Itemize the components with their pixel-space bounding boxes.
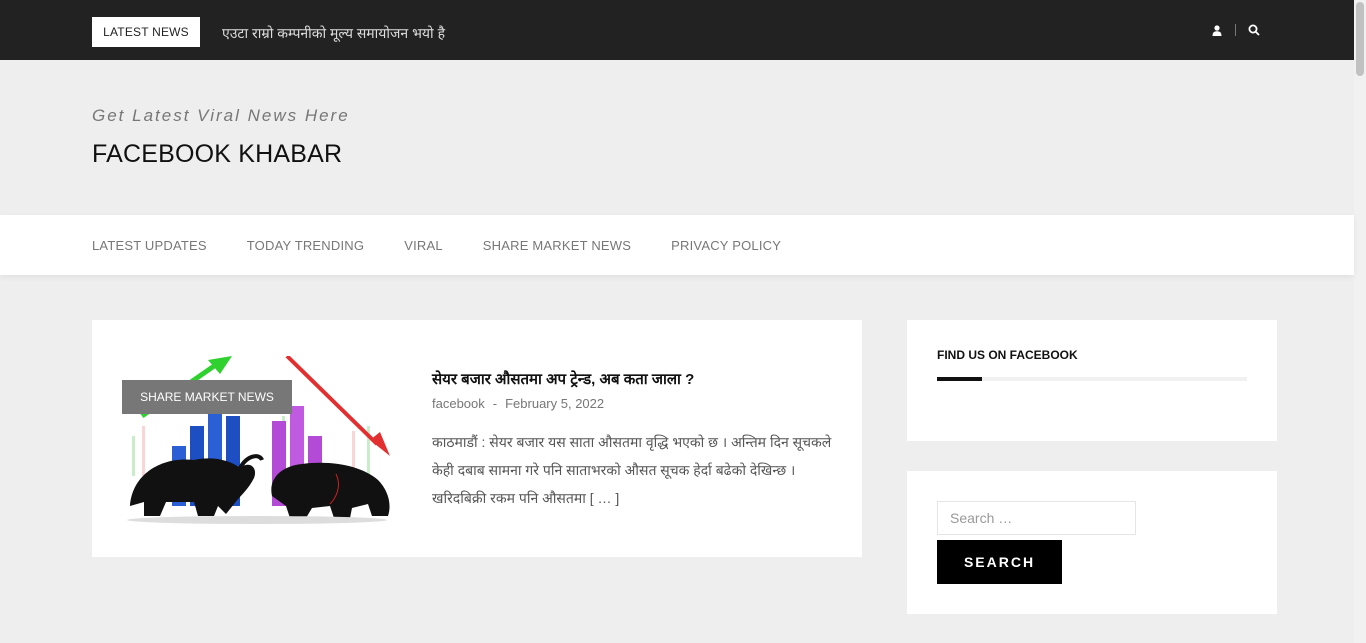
search-input[interactable] bbox=[937, 501, 1136, 535]
nav-item-today-trending[interactable]: TODAY TRENDING bbox=[247, 238, 364, 253]
main-navigation: LATEST UPDATES TODAY TRENDING VIRAL SHAR… bbox=[0, 215, 1354, 275]
top-bar: LATEST NEWS एउटा राम्रो कम्पनीको मूल्य स… bbox=[0, 0, 1354, 60]
search-icon[interactable] bbox=[1246, 22, 1262, 38]
post-card: SHARE MARKET NEWS सेयर बजार औसतमा अप ट्र… bbox=[92, 320, 862, 557]
nav-item-privacy-policy[interactable]: PRIVACY POLICY bbox=[671, 238, 781, 253]
post-meta-separator: - bbox=[492, 396, 498, 411]
nav-item-viral[interactable]: VIRAL bbox=[404, 238, 443, 253]
topbar-divider bbox=[1235, 24, 1236, 36]
post-excerpt: काठमाडौं : सेयर बजार यस साता औसतमा वृद्ध… bbox=[432, 434, 832, 506]
page-scrollbar[interactable] bbox=[1354, 0, 1366, 643]
post-category-badge[interactable]: SHARE MARKET NEWS bbox=[122, 380, 292, 414]
news-ticker-text[interactable]: एउटा राम्रो कम्पनीको मूल्य समायोजन भयो ह… bbox=[222, 24, 445, 43]
widget-title-underline bbox=[937, 377, 1247, 381]
latest-news-badge: LATEST NEWS bbox=[92, 17, 200, 47]
scrollbar-thumb[interactable] bbox=[1356, 2, 1364, 76]
nav-item-latest-updates[interactable]: LATEST UPDATES bbox=[92, 238, 207, 253]
facebook-widget-title: FIND US ON FACEBOOK bbox=[937, 348, 1078, 362]
post-author[interactable]: facebook bbox=[432, 396, 485, 411]
search-button[interactable]: SEARCH bbox=[937, 540, 1062, 584]
user-icon[interactable] bbox=[1209, 22, 1225, 38]
site-title[interactable]: FACEBOOK KHABAR bbox=[92, 140, 342, 169]
post-date[interactable]: February 5, 2022 bbox=[505, 396, 604, 411]
topbar-icons bbox=[1209, 22, 1262, 38]
post-meta: facebook - February 5, 2022 bbox=[432, 396, 604, 411]
post-title[interactable]: सेयर बजार औसतमा अप ट्रेन्ड, अब कता जाला … bbox=[432, 369, 694, 389]
site-tagline: Get Latest Viral News Here bbox=[92, 106, 350, 125]
search-widget: SEARCH bbox=[907, 471, 1277, 614]
nav-item-share-market-news[interactable]: SHARE MARKET NEWS bbox=[483, 238, 631, 253]
facebook-widget: FIND US ON FACEBOOK bbox=[907, 320, 1277, 441]
widget-title-underline-accent bbox=[937, 377, 982, 381]
